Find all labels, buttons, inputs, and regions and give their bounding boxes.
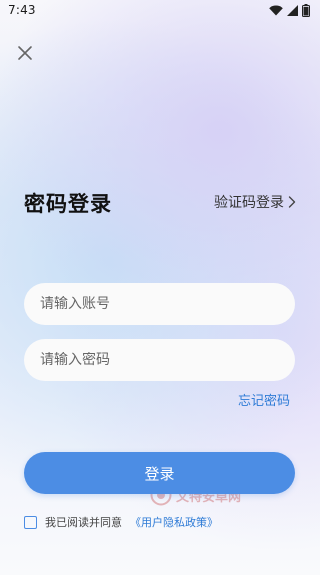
status-bar: 7:43 [0, 0, 320, 20]
password-input[interactable] [40, 352, 279, 368]
agreement-text: 我已阅读并同意 [45, 516, 122, 529]
privacy-policy-link[interactable]: 《用户隐私政策》 [130, 514, 218, 530]
account-input[interactable] [40, 296, 279, 312]
battery-icon [302, 3, 310, 17]
close-button[interactable] [14, 42, 36, 64]
login-button[interactable]: 登录 [24, 452, 295, 494]
close-icon [18, 46, 32, 60]
switch-label: 验证码登录 [214, 195, 284, 211]
page-title: 密码登录 [24, 191, 112, 216]
verification-code-login-link[interactable]: 验证码登录 [214, 192, 296, 212]
forgot-password-link[interactable]: 忘记密码 [238, 390, 290, 409]
password-field[interactable] [24, 339, 295, 381]
chevron-right-icon [288, 196, 296, 208]
status-icons [269, 3, 310, 17]
account-field[interactable] [24, 283, 295, 325]
agreement-row: 我已阅读并同意 《用户隐私政策》 [24, 514, 218, 530]
agreement-checkbox[interactable] [24, 515, 37, 529]
signal-icon [287, 4, 298, 16]
wifi-icon [269, 5, 283, 16]
status-time: 7:43 [8, 3, 36, 17]
